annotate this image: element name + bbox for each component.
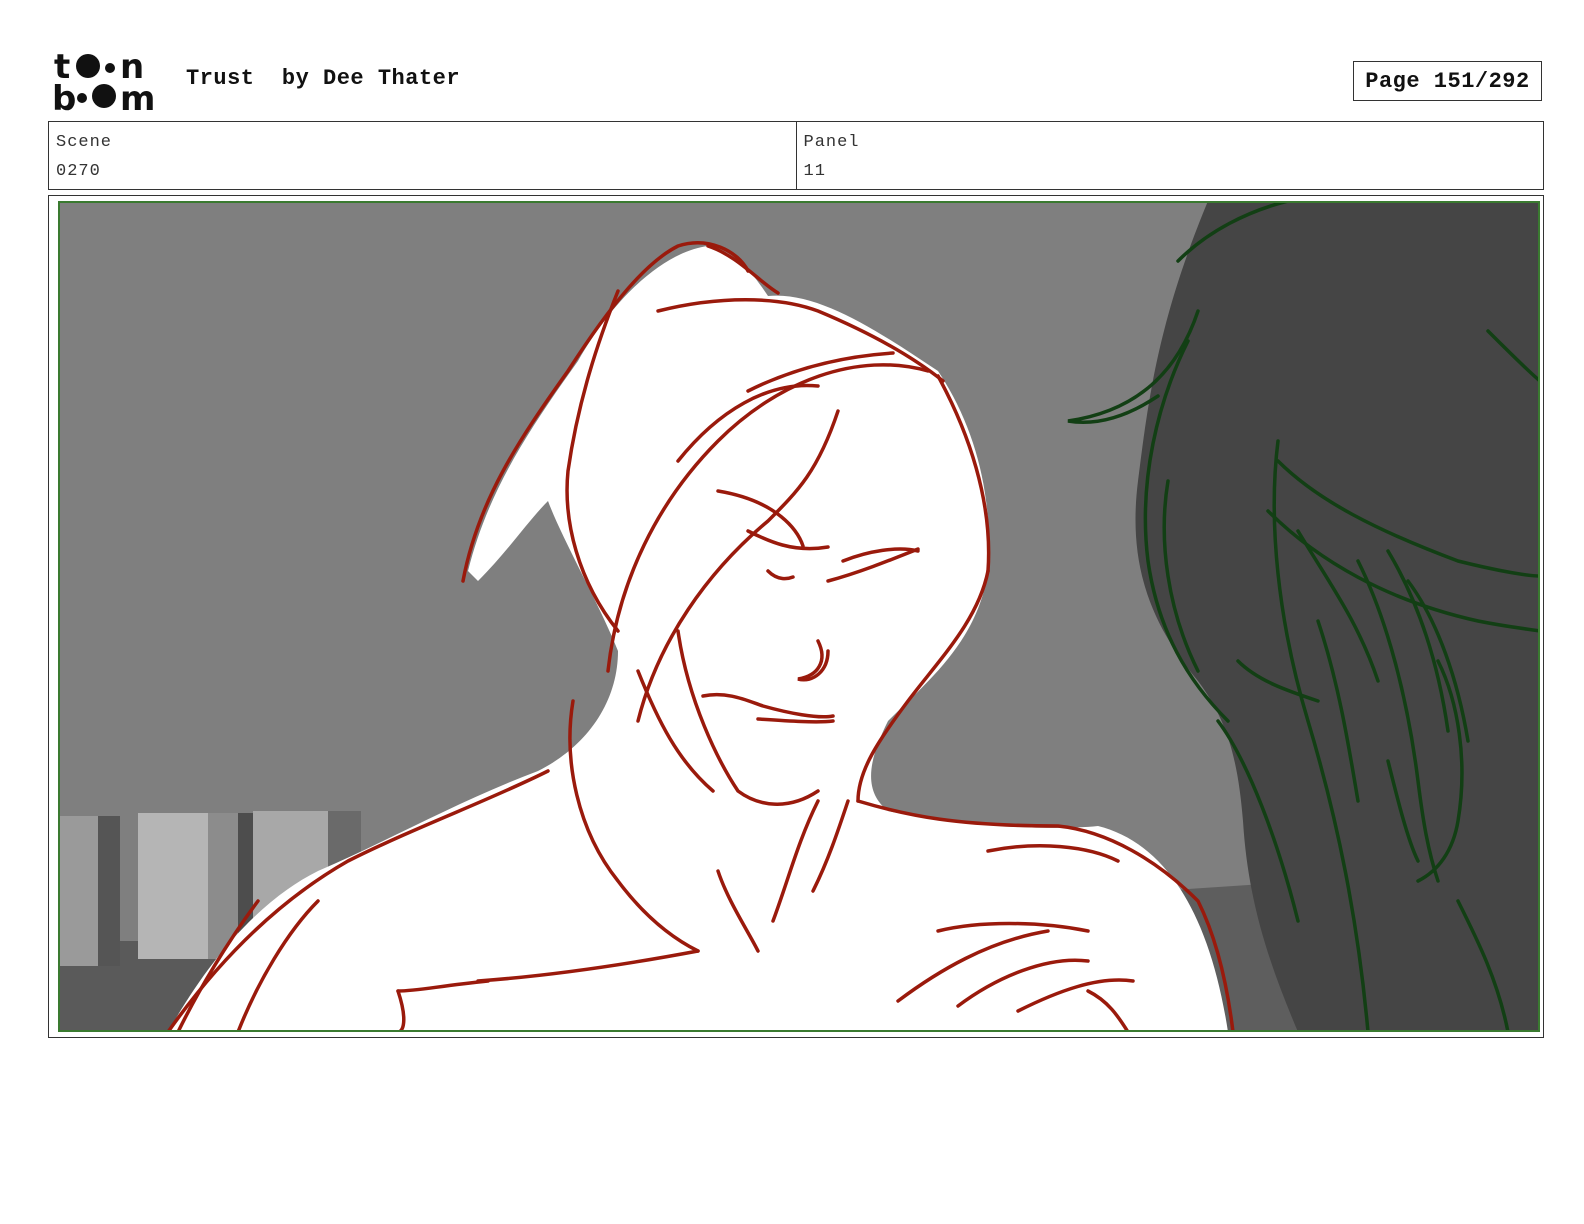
svg-text:b: b (52, 79, 76, 114)
scene-value: 0270 (56, 162, 101, 181)
page-indicator: Page 151/292 (1353, 61, 1542, 101)
scene-panel-table: Scene 0270 Panel 11 (48, 121, 1544, 190)
panel-label: Panel (803, 133, 860, 152)
author-credit: by Dee Thater (281, 66, 461, 91)
document-title: Trust by Dee Thater (186, 66, 460, 91)
storyboard-panel-image (58, 201, 1540, 1032)
page-number: Page 151/292 (1365, 68, 1530, 94)
story-title: Trust (186, 66, 255, 91)
svg-text:m: m (120, 79, 155, 114)
toonboom-logo: t n b m (52, 48, 155, 114)
scene-label: Scene (56, 133, 113, 152)
scene-cell: Scene 0270 (49, 122, 796, 189)
panel-value: 11 (803, 162, 826, 181)
panel-cell: Panel 11 (795, 122, 1544, 189)
